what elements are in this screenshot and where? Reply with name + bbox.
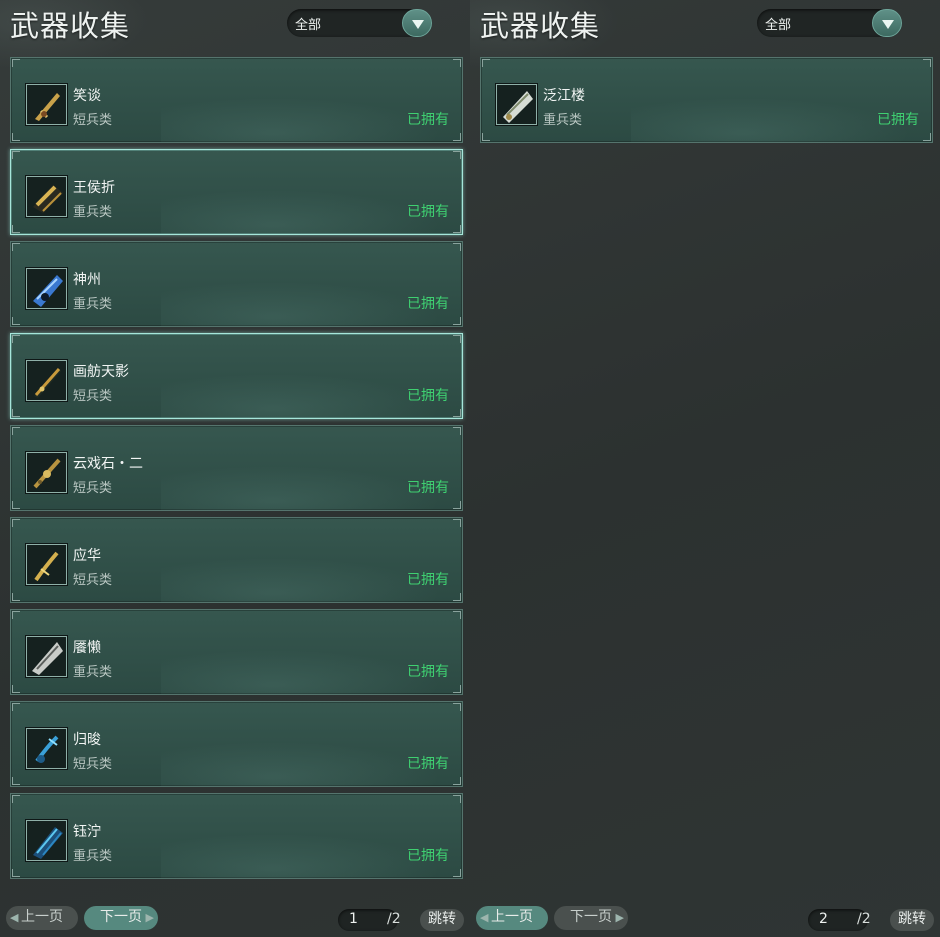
next-page-button[interactable]: 下一页 ▶ [84, 906, 158, 930]
heavy-blade-silver-icon [496, 84, 537, 125]
weapon-name: 神州 [73, 272, 101, 288]
owned-status: 已拥有 [407, 204, 449, 220]
heavy-blade-silver-icon [26, 636, 67, 677]
chevron-left-icon: ◀ [480, 911, 489, 924]
prev-page-button[interactable]: ◀ 上一页 [6, 906, 78, 930]
chevron-right-icon: ▶ [615, 911, 624, 924]
owned-status: 已拥有 [407, 112, 449, 128]
weapon-card[interactable]: 笑谈 短兵类 已拥有 [10, 57, 463, 143]
weapon-card[interactable]: 归晙 短兵类 已拥有 [10, 701, 463, 787]
weapon-collection-screen: 武器收集 全部 笑谈 短兵类 已拥有 王侯折 重兵类 已拥有 神州 重兵类 已拥… [0, 0, 940, 937]
weapon-card[interactable]: 云戏石・二 短兵类 已拥有 [10, 425, 463, 511]
pagination-bar: ◀ 上一页 下一页 ▶ 1 /2 跳转 [0, 906, 470, 931]
weapon-card[interactable]: 餍懒 重兵类 已拥有 [10, 609, 463, 695]
weapon-name: 画舫天影 [73, 364, 129, 380]
weapon-list: 泛江楼 重兵类 已拥有 [480, 57, 933, 149]
category-filter-dropdown[interactable]: 全部 [287, 9, 432, 37]
owned-status: 已拥有 [407, 296, 449, 312]
chevron-down-icon[interactable] [402, 9, 432, 37]
weapon-name: 笑谈 [73, 88, 101, 104]
page-number-input[interactable]: 2 /2 [808, 909, 871, 931]
weapon-type: 重兵类 [543, 113, 583, 128]
collection-panel-page-2: 武器收集 全部 泛江楼 重兵类 已拥有 ◀ 上一页 下一页 ▶ 2 /2 跳转 [470, 0, 940, 937]
jump-button[interactable]: 跳转 [890, 909, 934, 931]
weapon-type: 短兵类 [73, 481, 113, 496]
current-page[interactable]: 2 [819, 911, 828, 927]
jump-button[interactable]: 跳转 [420, 909, 464, 931]
weapon-name: 泛江楼 [543, 88, 585, 104]
weapon-type: 重兵类 [73, 849, 113, 864]
owned-status: 已拥有 [877, 112, 919, 128]
weapon-name: 餍懒 [73, 640, 101, 656]
weapon-name: 归晙 [73, 732, 101, 748]
weapon-card[interactable]: 王侯折 重兵类 已拥有 [10, 149, 463, 235]
weapon-type: 重兵类 [73, 205, 113, 220]
dagger-gold-icon [26, 544, 67, 585]
weapon-type: 重兵类 [73, 297, 113, 312]
dagger-blue-icon [26, 728, 67, 769]
prev-page-button[interactable]: ◀ 上一页 [476, 906, 548, 930]
weapon-card[interactable]: 应华 短兵类 已拥有 [10, 517, 463, 603]
weapon-name: 应华 [73, 548, 101, 564]
panel-title: 武器收集 [480, 9, 601, 43]
owned-status: 已拥有 [407, 388, 449, 404]
weapon-list: 笑谈 短兵类 已拥有 王侯折 重兵类 已拥有 神州 重兵类 已拥有 画舫天影 短… [10, 57, 463, 885]
panel-title: 武器收集 [10, 9, 131, 43]
owned-status: 已拥有 [407, 572, 449, 588]
weapon-type: 短兵类 [73, 573, 113, 588]
current-page[interactable]: 1 [349, 911, 358, 927]
filter-selected-value: 全部 [295, 18, 322, 33]
weapon-name: 钰泞 [73, 824, 101, 840]
weapon-card[interactable]: 泛江楼 重兵类 已拥有 [480, 57, 933, 143]
chevron-down-icon[interactable] [872, 9, 902, 37]
weapon-type: 短兵类 [73, 113, 113, 128]
total-pages: /2 [857, 911, 871, 927]
page-number-input[interactable]: 1 /2 [338, 909, 401, 931]
chevron-right-icon: ▶ [145, 911, 154, 924]
weapon-card[interactable]: 画舫天影 短兵类 已拥有 [10, 333, 463, 419]
weapon-type: 重兵类 [73, 665, 113, 680]
weapon-card[interactable]: 钰泞 重兵类 已拥有 [10, 793, 463, 879]
collection-panel-page-1: 武器收集 全部 笑谈 短兵类 已拥有 王侯折 重兵类 已拥有 神州 重兵类 已拥… [0, 0, 470, 937]
weapon-type: 短兵类 [73, 757, 113, 772]
heavy-blade-blue-icon [26, 268, 67, 309]
pagination-bar: ◀ 上一页 下一页 ▶ 2 /2 跳转 [470, 906, 940, 931]
weapon-type: 短兵类 [73, 389, 113, 404]
owned-status: 已拥有 [407, 848, 449, 864]
heavy-blade-gold-icon [26, 176, 67, 217]
weapon-card[interactable]: 神州 重兵类 已拥有 [10, 241, 463, 327]
dagger-gold-icon [26, 452, 67, 493]
owned-status: 已拥有 [407, 664, 449, 680]
dagger-gold-icon [26, 360, 67, 401]
weapon-name: 王侯折 [73, 180, 115, 196]
total-pages: /2 [387, 911, 401, 927]
dagger-gold-icon [26, 84, 67, 125]
owned-status: 已拥有 [407, 480, 449, 496]
owned-status: 已拥有 [407, 756, 449, 772]
filter-selected-value: 全部 [765, 18, 792, 33]
heavy-blade-blue-icon [26, 820, 67, 861]
chevron-left-icon: ◀ [10, 911, 19, 924]
next-page-button[interactable]: 下一页 ▶ [554, 906, 628, 930]
weapon-name: 云戏石・二 [73, 456, 143, 472]
category-filter-dropdown[interactable]: 全部 [757, 9, 902, 37]
